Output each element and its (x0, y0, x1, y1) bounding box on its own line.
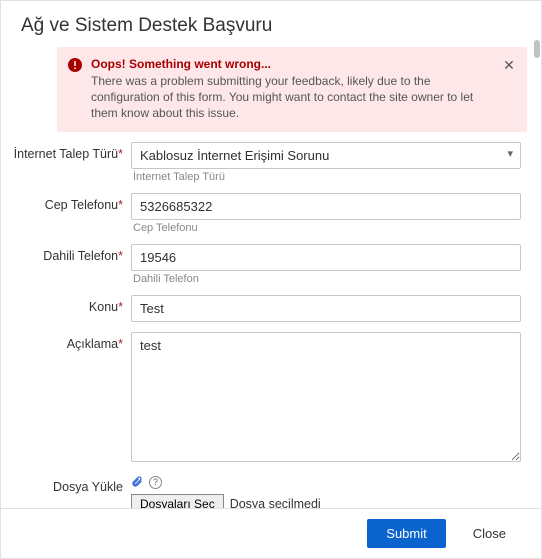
konu-input[interactable] (131, 295, 521, 322)
scrollbar-thumb[interactable] (534, 40, 540, 58)
file-choose-button[interactable]: Dosyaları Seç (131, 494, 224, 508)
hint-cep: Cep Telefonu (133, 222, 521, 234)
close-button[interactable]: Close (454, 519, 525, 548)
cep-telefonu-input[interactable] (131, 193, 521, 220)
alert-title: Oops! Something went wrong... (91, 57, 491, 71)
label-konu: Konu* (11, 295, 131, 315)
attachment-icon (131, 475, 143, 490)
hint-dahili: Dahili Telefon (133, 273, 521, 285)
help-icon[interactable]: ? (149, 476, 162, 489)
label-internet-type: İnternet Talep Türü* (11, 142, 131, 162)
error-icon (67, 57, 83, 73)
label-cep: Cep Telefonu* (11, 193, 131, 213)
file-status-text: Dosya seçilmedi (230, 497, 321, 508)
internet-type-select[interactable]: Kablosuz İnternet Erişimi Sorunu (131, 142, 521, 169)
form-body: İnternet Talep Türü* Kablosuz İnternet E… (1, 132, 541, 508)
error-alert: Oops! Something went wrong... There was … (57, 47, 527, 132)
alert-close-button[interactable]: ✕ (499, 55, 519, 75)
label-dosya: Dosya Yükle (11, 475, 131, 495)
panel-footer: Submit Close (1, 508, 541, 558)
form-panel: Ağ ve Sistem Destek Başvuru Oops! Someth… (0, 0, 542, 559)
close-icon: ✕ (503, 57, 515, 74)
aciklama-textarea[interactable]: test (131, 332, 521, 462)
label-aciklama: Açıklama* (11, 332, 131, 352)
dahili-telefon-input[interactable] (131, 244, 521, 271)
hint-internet-type: İnternet Talep Türü (133, 171, 521, 183)
label-dahili: Dahili Telefon* (11, 244, 131, 264)
submit-button[interactable]: Submit (367, 519, 445, 548)
alert-text: There was a problem submitting your feed… (91, 73, 491, 122)
panel-title: Ağ ve Sistem Destek Başvuru (1, 1, 541, 47)
